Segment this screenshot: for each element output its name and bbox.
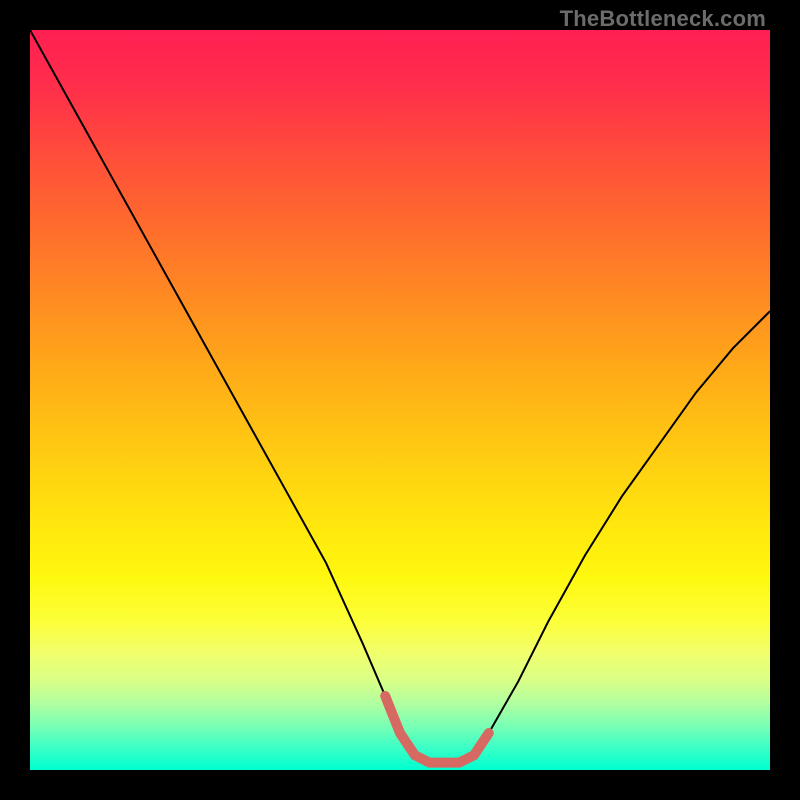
chart-frame: TheBottleneck.com (0, 0, 800, 800)
bottleneck-curve (30, 30, 770, 763)
plot-area (30, 30, 770, 770)
chart-svg (30, 30, 770, 770)
highlight-segment (385, 696, 489, 763)
watermark-text: TheBottleneck.com (560, 6, 766, 32)
